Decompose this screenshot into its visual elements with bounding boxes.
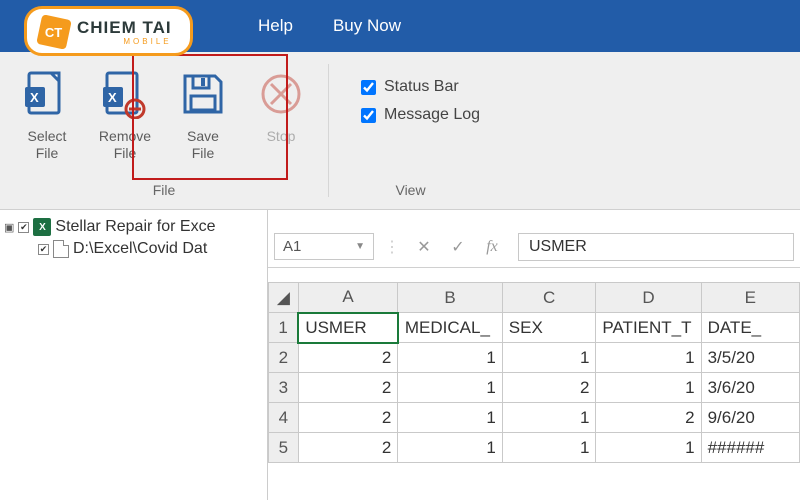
- fx-icon[interactable]: fx: [478, 238, 506, 256]
- formula-input[interactable]: USMER: [518, 233, 794, 261]
- table-row[interactable]: 2 2 1 1 1 3/5/20: [269, 343, 800, 373]
- svg-text:X: X: [108, 90, 117, 105]
- tree-root[interactable]: ▣ ✔ X Stellar Repair for Exce: [4, 216, 263, 238]
- ribbon-group-file: X Select File X Remove File Save File: [0, 52, 328, 209]
- logo-subtext: MOBILE: [77, 38, 172, 46]
- group-label-view: View: [341, 182, 480, 198]
- table-row[interactable]: 5 2 1 1 1 ######: [269, 433, 800, 463]
- excel-remove-icon: X: [97, 66, 153, 122]
- table-row[interactable]: 4 2 1 1 2 9/6/20: [269, 403, 800, 433]
- checkbox-icon[interactable]: ✔: [18, 222, 29, 233]
- file-icon: [53, 240, 69, 258]
- save-file-button[interactable]: Save File: [168, 60, 238, 162]
- select-file-button[interactable]: X Select File: [12, 60, 82, 162]
- table-row[interactable]: 1 USMER MEDICAL_ SEX PATIENT_T DATE_: [269, 313, 800, 343]
- logo-text: CHIEM TAI: [77, 19, 172, 36]
- accept-icon[interactable]: ✓: [444, 237, 472, 257]
- remove-file-button[interactable]: X Remove File: [90, 60, 160, 162]
- formula-bar: A1 ▼ ⋮ ✕ ✓ fx USMER: [268, 226, 800, 268]
- name-box[interactable]: A1 ▼: [274, 233, 374, 260]
- menu-buy-now[interactable]: Buy Now: [333, 16, 401, 36]
- menu-help[interactable]: Help: [258, 16, 293, 36]
- spreadsheet-panel: A1 ▼ ⋮ ✕ ✓ fx USMER ◢ A B C D E 1 USMER …: [268, 210, 800, 500]
- save-icon: [175, 66, 231, 122]
- ribbon-group-view: Status Bar Message Log View: [329, 52, 492, 209]
- col-header[interactable]: B: [398, 283, 502, 313]
- col-header[interactable]: C: [502, 283, 596, 313]
- message-log-checkbox[interactable]: Message Log: [361, 106, 480, 124]
- brand-logo: CT CHIEM TAI MOBILE: [24, 6, 193, 56]
- excel-icon: X: [33, 218, 51, 236]
- checkbox-icon[interactable]: ✔: [38, 244, 49, 255]
- select-all-corner[interactable]: ◢: [269, 283, 299, 313]
- file-tree[interactable]: ▣ ✔ X Stellar Repair for Exce ✔ D:\Excel…: [0, 210, 268, 500]
- logo-icon: CT: [36, 14, 72, 50]
- stop-icon: [253, 66, 309, 122]
- dropdown-icon[interactable]: ▼: [355, 241, 365, 252]
- ribbon: X Select File X Remove File Save File: [0, 52, 800, 210]
- cancel-icon[interactable]: ✕: [410, 237, 438, 257]
- stop-button: Stop: [246, 60, 316, 145]
- excel-select-icon: X: [19, 66, 75, 122]
- status-bar-checkbox[interactable]: Status Bar: [361, 78, 480, 96]
- svg-text:X: X: [30, 90, 39, 105]
- group-label-file: File: [12, 182, 316, 198]
- main-area: ▣ ✔ X Stellar Repair for Exce ✔ D:\Excel…: [0, 210, 800, 500]
- col-header[interactable]: E: [701, 283, 799, 313]
- table-row[interactable]: 3 2 1 2 1 3/6/20: [269, 373, 800, 403]
- col-header[interactable]: A: [298, 283, 398, 313]
- collapse-icon[interactable]: ▣: [4, 221, 14, 234]
- selected-cell: USMER: [298, 313, 398, 343]
- tree-child[interactable]: ✔ D:\Excel\Covid Dat: [4, 238, 263, 260]
- spreadsheet-grid[interactable]: ◢ A B C D E 1 USMER MEDICAL_ SEX PATIENT…: [268, 282, 800, 463]
- col-header[interactable]: D: [596, 283, 701, 313]
